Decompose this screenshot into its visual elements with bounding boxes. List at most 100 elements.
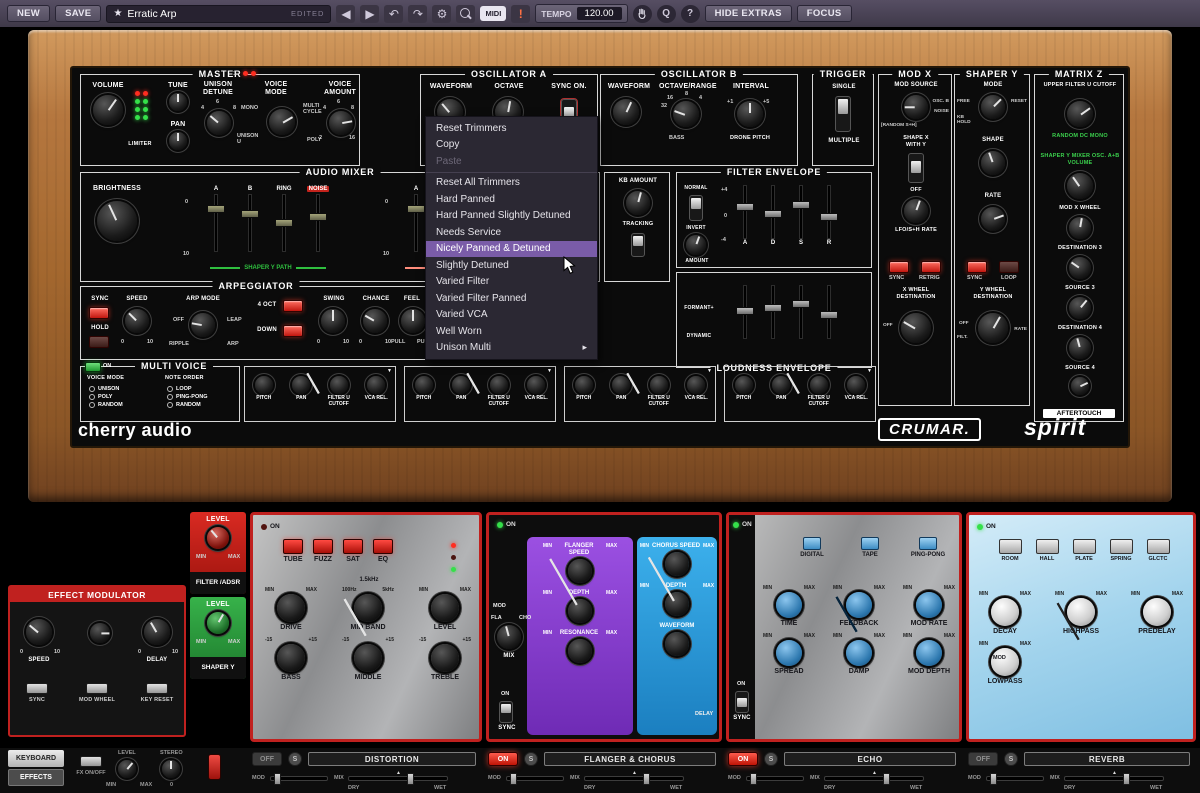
arp-feel-knob[interactable] (401, 309, 425, 333)
envelope-slider[interactable] (767, 286, 779, 338)
reverb-mode[interactable]: PLATE (1071, 539, 1097, 562)
envelope-slider[interactable] (795, 286, 807, 338)
reverb-power[interactable]: ON (977, 523, 996, 530)
menu-item[interactable]: Copy ▸ (426, 137, 597, 154)
fx-knob[interactable] (568, 559, 592, 583)
distortion-mode-button[interactable] (343, 539, 363, 554)
echo-mode[interactable]: PING-PONG (907, 537, 949, 559)
arp-hold-button[interactable] (89, 336, 109, 348)
reverb-mode[interactable]: ROOM (997, 539, 1023, 562)
reverb-mode-button[interactable] (1147, 539, 1170, 554)
note-order-option[interactable]: RANDOM (167, 402, 207, 408)
shaper-loop-button[interactable] (999, 261, 1019, 273)
fx-strip-name[interactable]: FLANGER & CHORUS (544, 752, 716, 766)
quality-button[interactable]: Q (657, 5, 676, 23)
envelope-slider[interactable] (739, 186, 751, 238)
alert-icon[interactable]: ! (511, 5, 530, 23)
fx-strip-solo-button[interactable]: S (288, 752, 302, 766)
distortion-mode-button[interactable] (283, 539, 303, 554)
fx-strip-mod-slider[interactable] (270, 776, 328, 781)
mixer-slider[interactable] (410, 195, 422, 251)
arp-4oct-button[interactable] (283, 300, 303, 312)
undo-button[interactable]: ↶ (384, 5, 403, 23)
voice-mode-knob[interactable] (269, 109, 295, 135)
menu-item[interactable]: Hard Panned Slightly Detuned ▸ (426, 208, 597, 225)
voice-knob[interactable] (612, 376, 630, 394)
mixer-slider[interactable] (278, 195, 290, 251)
reverb-mode-button[interactable] (999, 539, 1022, 554)
voice-mode-option[interactable]: RANDOM (89, 402, 123, 408)
echo-power[interactable]: ON (733, 521, 752, 528)
envelope-slider[interactable] (823, 186, 835, 238)
fx-knob[interactable] (665, 632, 689, 656)
env-amount-knob[interactable] (686, 235, 706, 255)
distortion-mode-button[interactable] (313, 539, 333, 554)
fx-knob[interactable] (354, 644, 382, 672)
echo-mode[interactable]: DIGITAL (791, 537, 833, 559)
voice-knob[interactable] (650, 376, 668, 394)
voice-knob[interactable] (735, 376, 753, 394)
zoom-icon[interactable] (456, 5, 475, 23)
menu-item[interactable]: Unison Multi ▸ (426, 340, 597, 357)
matrix-src3-knob[interactable] (1069, 297, 1091, 319)
fx-strip-mix-slider[interactable] (584, 776, 684, 781)
reverb-mode[interactable]: SPRING (1108, 539, 1134, 562)
envelope-slider[interactable] (739, 286, 751, 338)
fx-strip-mix-slider[interactable] (348, 776, 448, 781)
osc-b-interval-knob[interactable] (737, 101, 763, 127)
matrix-dest3-knob[interactable] (1069, 257, 1091, 279)
hand-drag-icon[interactable] (633, 5, 652, 23)
reverb-mode-button[interactable] (1073, 539, 1096, 554)
fx-strip-power-button[interactable]: OFF (968, 752, 998, 766)
fxmod-keyreset-button[interactable] (146, 683, 168, 694)
voice-knob[interactable] (367, 376, 385, 394)
send-filter-knob[interactable] (207, 527, 229, 549)
hide-extras-button[interactable]: HIDE EXTRAS (705, 5, 792, 22)
fx-strip-mix-slider[interactable] (1064, 776, 1164, 781)
fx-strip-power-button[interactable]: ON (728, 752, 758, 766)
fx-knob[interactable] (1067, 598, 1095, 626)
voice-knob[interactable] (575, 376, 593, 394)
preset-selector[interactable]: ★ Erratic Arp EDITED (106, 5, 331, 23)
shaper-sync-button[interactable] (967, 261, 987, 273)
fx-knob[interactable] (568, 639, 592, 663)
envelope-slider[interactable] (767, 186, 779, 238)
unison-detune-knob[interactable] (207, 111, 231, 135)
favorite-star-icon[interactable]: ★ (113, 8, 122, 19)
fxmod-sync-button[interactable] (26, 683, 48, 694)
distortion-mode[interactable]: SAT (343, 539, 363, 564)
echo-mode-button[interactable] (861, 537, 879, 550)
note-order-option[interactable]: PING-PONG (167, 394, 207, 400)
fxmod-wave-knob[interactable] (90, 623, 110, 643)
voice-knob[interactable] (772, 376, 790, 394)
fx-knob[interactable] (568, 599, 592, 623)
tracking-switch[interactable] (631, 233, 645, 257)
distortion-mode[interactable]: EQ (373, 539, 393, 564)
fx-strip-solo-button[interactable]: S (524, 752, 538, 766)
voice-knob[interactable] (452, 376, 470, 394)
fx-strip-name[interactable]: REVERB (1024, 752, 1190, 766)
shaper-mode-knob[interactable] (981, 95, 1005, 119)
pan-knob[interactable] (169, 132, 187, 150)
reverb-mode-button[interactable] (1036, 539, 1059, 554)
arp-sync-button[interactable] (89, 307, 109, 319)
menu-item[interactable]: Reset Trimmers ▸ (426, 120, 597, 137)
y-wheel-destination-knob[interactable] (978, 313, 1008, 343)
voice-knob[interactable] (255, 376, 273, 394)
tempo-value[interactable]: 120.00 (577, 7, 622, 20)
matrix-dest2-knob[interactable] (1067, 173, 1093, 199)
voice-knob[interactable] (292, 376, 310, 394)
fxmod-delay-knob[interactable] (144, 619, 170, 645)
flanger-mix-knob[interactable] (497, 625, 521, 649)
env-invert-switch[interactable] (689, 195, 703, 221)
menu-item[interactable]: Varied VCA ▸ (426, 307, 597, 324)
prev-preset-button[interactable]: ◀ (336, 5, 355, 23)
voice-knob[interactable] (330, 376, 348, 394)
echo-mode-button[interactable] (803, 537, 821, 550)
voice-knob[interactable] (490, 376, 508, 394)
menu-item[interactable]: Hard Panned ▸ (426, 191, 597, 208)
fx-knob[interactable] (665, 552, 689, 576)
arp-speed-knob[interactable] (125, 309, 149, 333)
help-button[interactable]: ? (681, 5, 700, 23)
settings-gear-icon[interactable]: ⚙ (432, 5, 451, 23)
